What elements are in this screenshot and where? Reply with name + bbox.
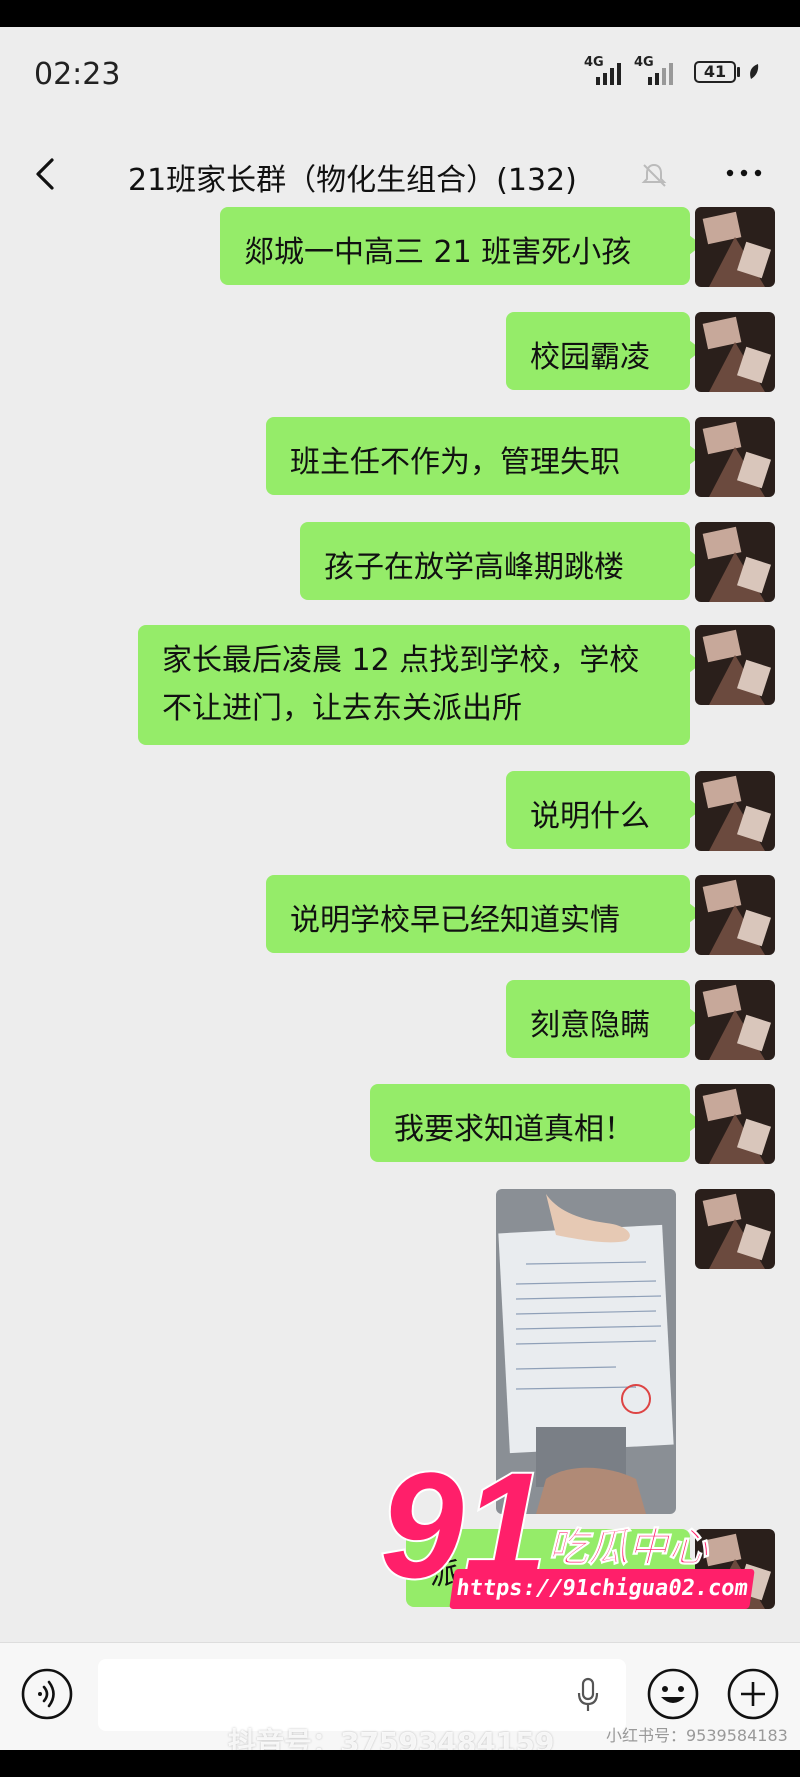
avatar[interactable] xyxy=(695,207,775,287)
chat-message[interactable]: 家长最后凌晨 12 点找到学校，学校不让进门，让去东关派出所 xyxy=(138,625,702,745)
signal-icon-2 xyxy=(648,63,673,85)
avatar-image xyxy=(695,522,775,602)
chat-message[interactable]: 我要求知道真相！ xyxy=(370,1084,702,1162)
microphone-icon[interactable] xyxy=(576,1677,600,1713)
voice-input-icon[interactable] xyxy=(20,1667,74,1721)
avatar-image xyxy=(695,875,775,955)
message-text: 校园霸凌 xyxy=(530,340,650,375)
status-time: 02:23 xyxy=(34,57,121,92)
chat-message[interactable]: 说明学校早已经知道实情 xyxy=(266,875,702,953)
avatar[interactable] xyxy=(695,1084,775,1164)
avatar[interactable] xyxy=(695,625,775,705)
avatar[interactable] xyxy=(695,417,775,497)
signal-icon xyxy=(596,63,621,85)
message-text: 我要求知道真相！ xyxy=(394,1112,634,1147)
avatar-image xyxy=(695,771,775,851)
chat-screen: 02:23 4G 4G 41 21班家长群（物化生组合）(132) 郯城一中高三… xyxy=(0,27,800,1750)
avatar[interactable] xyxy=(695,875,775,955)
avatar-image xyxy=(695,1189,775,1269)
message-text: 刻意隐瞒 xyxy=(530,1008,650,1043)
back-arrow-icon[interactable] xyxy=(30,157,64,191)
emoji-icon[interactable] xyxy=(646,1667,700,1721)
avatar[interactable] xyxy=(695,771,775,851)
chat-message[interactable]: 说明什么 xyxy=(506,771,702,849)
avatar-image xyxy=(695,207,775,287)
message-text: 说明什么 xyxy=(530,799,650,834)
chat-message[interactable]: 班主任不作为，管理失职 xyxy=(266,417,702,495)
message-text: 孩子在放学高峰期跳楼 xyxy=(324,550,624,585)
chat-message[interactable]: 孩子在放学高峰期跳楼 xyxy=(300,522,702,600)
avatar-image xyxy=(695,625,775,705)
message-text: 班主任不作为，管理失职 xyxy=(290,445,620,480)
avatar[interactable] xyxy=(695,312,775,392)
more-options-icon[interactable] xyxy=(724,163,764,183)
leaf-icon xyxy=(750,64,759,79)
avatar-image xyxy=(695,980,775,1060)
mute-bell-icon xyxy=(641,163,667,187)
watermark-brand: 吃瓜中心 xyxy=(548,1525,709,1572)
page-title: 21班家长群（物化生组合）(132) xyxy=(128,163,577,198)
message-text: 家长最后凌晨 12 点找到学校，学校不让进门，让去东关派出所 xyxy=(162,643,640,726)
avatar-image xyxy=(695,312,775,392)
avatar-image xyxy=(695,1084,775,1164)
message-text: 郯城一中高三 21 班害死小孩 xyxy=(244,235,632,270)
avatar[interactable] xyxy=(695,522,775,602)
add-more-icon[interactable] xyxy=(726,1667,780,1721)
message-text: 说明学校早已经知道实情 xyxy=(290,903,620,938)
avatar-image xyxy=(695,417,775,497)
battery-tip xyxy=(737,67,740,77)
douyin-watermark: 抖音号：37593484159 xyxy=(228,1726,555,1750)
bottom-edge: 小红书号：9539584183 xyxy=(0,1726,800,1777)
avatar[interactable] xyxy=(695,1189,775,1269)
chat-message[interactable]: 校园霸凌 xyxy=(506,312,702,390)
watermark-url: https://91chigua02.com xyxy=(449,1569,755,1609)
status-bar: 02:23 4G 4G 41 xyxy=(0,27,800,127)
chat-message[interactable]: 刻意隐瞒 xyxy=(506,980,702,1058)
chat-message[interactable]: 郯城一中高三 21 班害死小孩 xyxy=(220,207,702,285)
corner-watermark: 小红书号：9539584183 xyxy=(606,1726,788,1745)
avatar[interactable] xyxy=(695,980,775,1060)
battery-icon: 41 xyxy=(694,61,736,83)
